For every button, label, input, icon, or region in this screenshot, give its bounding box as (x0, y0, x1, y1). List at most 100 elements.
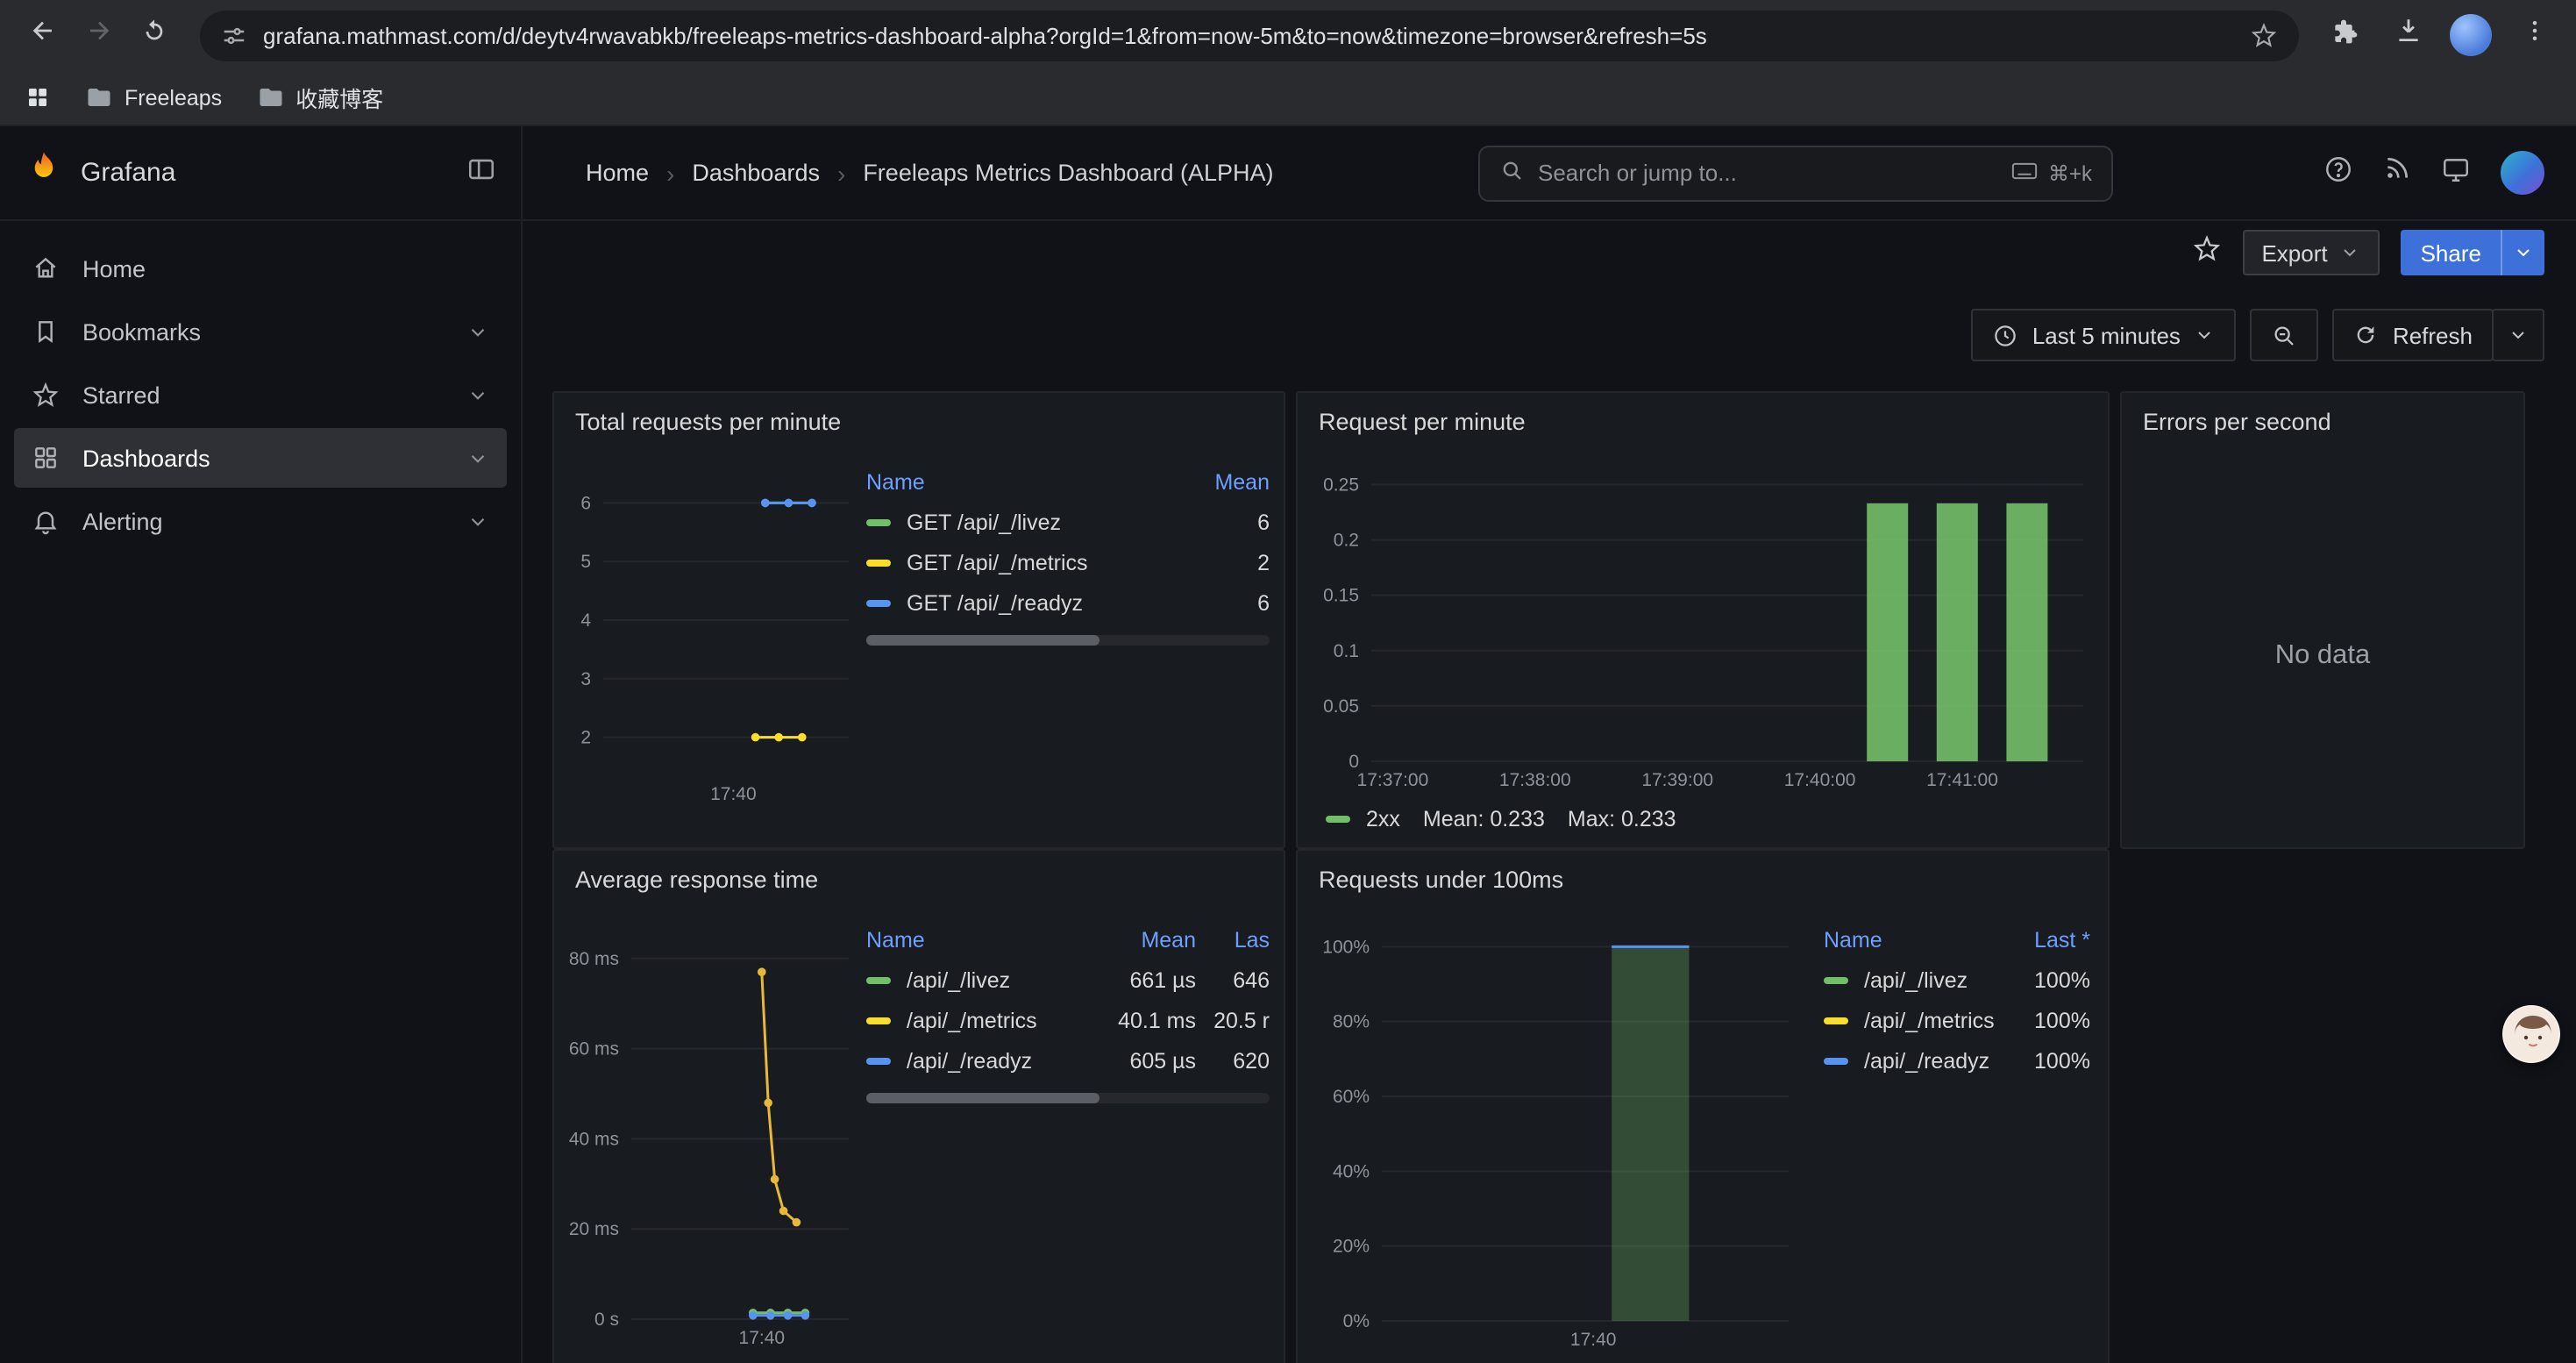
bookmarks-bar: Freeleaps 收藏博客 (0, 70, 2576, 126)
sidebar-nav: Home Bookmarks Starred Dashboards (0, 221, 521, 568)
apps-grid-icon[interactable] (25, 84, 51, 111)
legend-row[interactable]: GET /api/_/metrics 2 (866, 542, 1270, 582)
refresh-button[interactable]: Refresh (2333, 309, 2494, 361)
svg-text:40%: 40% (1333, 1161, 1370, 1181)
legend-header-last[interactable]: Last * (1999, 928, 2090, 953)
assistant-avatar-overlay[interactable] (2502, 1005, 2560, 1063)
svg-text:17:39:00: 17:39:00 (1641, 770, 1713, 790)
browser-toolbar: grafana.mathmast.com/d/deytv4rwavabkb/fr… (0, 0, 2576, 70)
svg-text:80%: 80% (1333, 1012, 1370, 1032)
time-range-picker[interactable]: Last 5 minutes (1971, 309, 2237, 361)
export-button[interactable]: Export (2242, 230, 2380, 275)
chevron-down-icon[interactable] (466, 446, 489, 469)
sidebar-item-bookmarks[interactable]: Bookmarks (14, 302, 507, 361)
scrollbar-thumb[interactable] (866, 635, 1100, 646)
search-input[interactable]: Search or jump to... ⌘+k (1478, 145, 2113, 201)
panel-title[interactable]: Requests under 100ms (1298, 851, 2108, 896)
panel-average-response-time[interactable]: Average response time 80 ms60 ms40 ms20 … (552, 849, 1285, 1363)
panel-total-requests[interactable]: Total requests per minute 6543217:40 Nam… (552, 391, 1285, 849)
series-swatch (866, 1017, 891, 1024)
user-avatar[interactable] (2501, 151, 2544, 195)
panel-request-per-minute[interactable]: Request per minute 0.250.20.150.10.05017… (1296, 391, 2110, 849)
legend-header-name[interactable]: Name (866, 470, 1161, 495)
legend-header-mean[interactable]: Mean (1161, 470, 1270, 495)
breadcrumb-separator: › (666, 159, 674, 187)
svg-text:0.2: 0.2 (1334, 531, 1359, 551)
forward-button[interactable] (74, 11, 123, 60)
legend-row[interactable]: /api/_/metrics 100% (1824, 1000, 2090, 1040)
main-area: Home › Dashboards › Freeleaps Metrics Da… (523, 126, 2576, 1363)
panel-title[interactable]: Errors per second (2122, 393, 2523, 439)
sidebar-item-alerting[interactable]: Alerting (14, 491, 507, 551)
news-rss-icon[interactable] (2383, 154, 2411, 191)
download-icon (2393, 16, 2423, 54)
share-dropdown-button[interactable] (2501, 230, 2544, 275)
legend-row[interactable]: GET /api/_/readyz 6 (866, 582, 1270, 623)
kebab-menu-icon (2521, 18, 2547, 53)
folder-icon (257, 84, 283, 111)
browser-menu-button[interactable] (2509, 11, 2558, 60)
svg-text:5: 5 (580, 552, 591, 572)
under-100ms-chart: 100%80%60%40%20%0%17:40 (1312, 917, 1803, 1352)
header-icons (2323, 151, 2544, 195)
forward-icon (83, 16, 113, 54)
breadcrumb-dashboards[interactable]: Dashboards (692, 160, 820, 186)
legend-row[interactable]: GET /api/_/livez 6 (866, 502, 1270, 542)
downloads-button[interactable] (2383, 11, 2432, 60)
bookmark-folder-blogs[interactable]: 收藏博客 (257, 81, 383, 114)
kiosk-monitor-icon[interactable] (2441, 153, 2471, 192)
panel-errors-per-second[interactable]: Errors per second No data (2120, 391, 2525, 849)
site-controls-icon[interactable] (221, 22, 247, 48)
share-button[interactable]: Share (2402, 230, 2544, 275)
grafana-logo[interactable] (25, 149, 63, 196)
chevron-down-icon[interactable] (466, 320, 489, 343)
legend-header-name[interactable]: Name (1824, 928, 1999, 953)
extensions-button[interactable] (2320, 11, 2369, 60)
sidebar-item-starred[interactable]: Starred (14, 365, 507, 425)
chevron-down-icon[interactable] (466, 510, 489, 532)
breadcrumb-separator: › (837, 159, 845, 187)
bookmark-star-icon[interactable] (2250, 21, 2278, 49)
svg-text:6: 6 (580, 493, 591, 513)
legend-row[interactable]: /api/_/livez 661 µs 646 (866, 960, 1270, 1000)
zoom-out-button[interactable] (2251, 309, 2319, 361)
legend-header-name[interactable]: Name (866, 928, 1087, 953)
sidebar-item-label: Bookmarks (82, 318, 201, 345)
legend-scrollbar[interactable] (866, 635, 1270, 646)
panel-title[interactable]: Total requests per minute (554, 393, 1284, 439)
legend-row[interactable]: /api/_/metrics 40.1 ms 20.5 r (866, 1000, 1270, 1040)
sidebar-header: Grafana (0, 126, 521, 221)
breadcrumb-home[interactable]: Home (586, 160, 649, 186)
bookmark-folder-freeleaps[interactable]: Freeleaps (86, 84, 222, 111)
reload-button[interactable] (130, 11, 179, 60)
scrollbar-thumb[interactable] (866, 1093, 1100, 1103)
legend-row[interactable]: /api/_/readyz 100% (1824, 1040, 2090, 1081)
panel-requests-under-100ms[interactable]: Requests under 100ms 100%80%60%40%20%0%1… (1296, 849, 2110, 1363)
refresh-icon (2354, 323, 2379, 347)
keyboard-icon (2011, 161, 2038, 185)
legend-row[interactable]: /api/_/livez 100% (1824, 960, 2090, 1000)
address-bar[interactable]: grafana.mathmast.com/d/deytv4rwavabkb/fr… (200, 10, 2299, 61)
help-icon[interactable] (2323, 153, 2353, 192)
chevron-down-icon[interactable] (466, 383, 489, 406)
favorite-star-icon[interactable] (2191, 233, 2221, 272)
legend-header-last[interactable]: Las (1196, 928, 1270, 953)
refresh-interval-dropdown[interactable] (2492, 309, 2544, 361)
series-swatch (866, 1057, 891, 1064)
under-100ms-legend: Name Last * /api/_/livez 100% /api/_/met… (1824, 924, 2090, 1081)
app-header: Home › Dashboards › Freeleaps Metrics Da… (523, 126, 2576, 221)
panel-title[interactable]: Request per minute (1298, 393, 2108, 439)
panel-title[interactable]: Average response time (554, 851, 1284, 896)
svg-text:0 s: 0 s (594, 1309, 619, 1330)
legend-header-mean[interactable]: Mean (1087, 928, 1196, 953)
search-icon (1499, 158, 1524, 188)
sidebar-item-home[interactable]: Home (14, 239, 507, 298)
legend-scrollbar[interactable] (866, 1093, 1270, 1103)
profile-button[interactable] (2446, 11, 2495, 60)
bookmark-label: Freeleaps (125, 85, 222, 110)
back-button[interactable] (18, 11, 67, 60)
dock-sidebar-icon[interactable] (466, 153, 496, 192)
legend-series-label[interactable]: 2xx (1366, 807, 1400, 831)
legend-row[interactable]: /api/_/readyz 605 µs 620 (866, 1040, 1270, 1081)
sidebar-item-dashboards[interactable]: Dashboards (14, 428, 507, 488)
